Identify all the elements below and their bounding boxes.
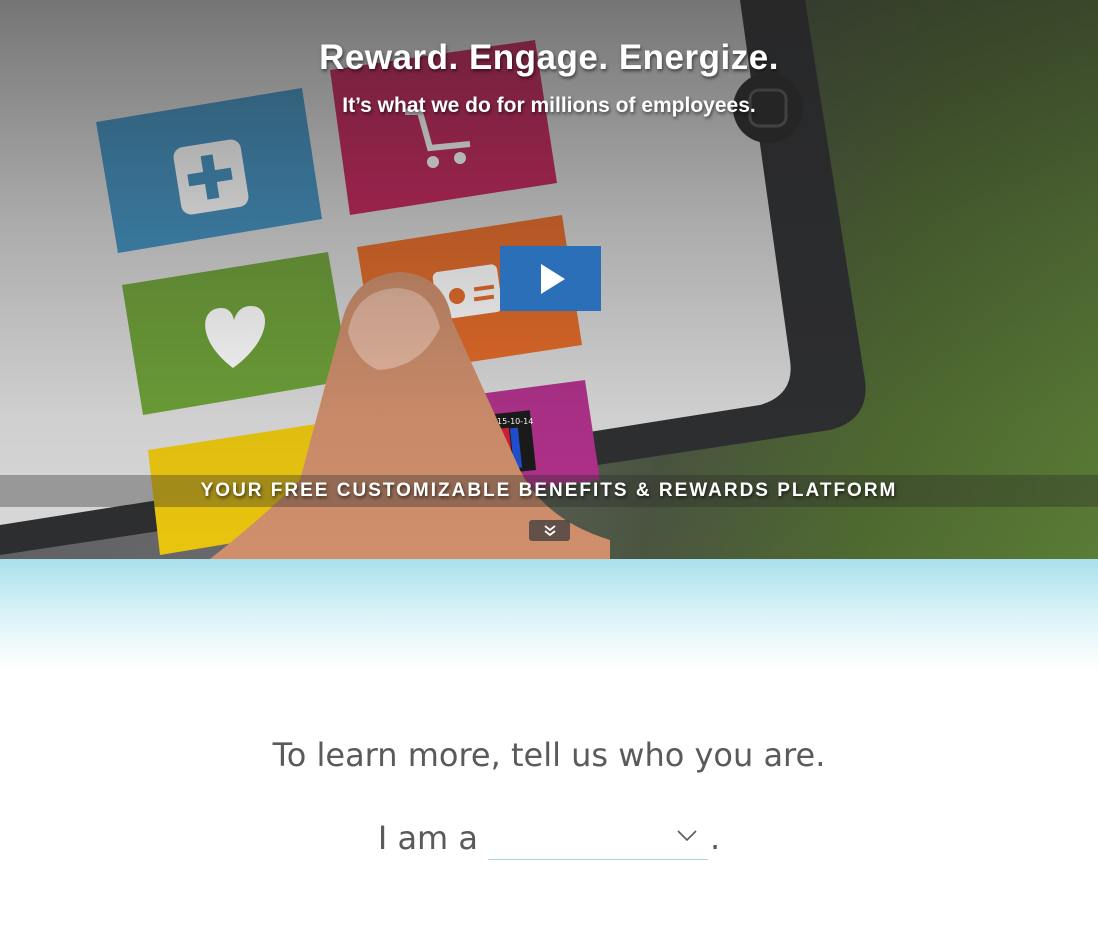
role-prefix-label: I am a xyxy=(377,819,478,857)
platform-banner-text: YOUR FREE CUSTOMIZABLE BENEFITS & REWARD… xyxy=(200,480,898,501)
hero-subtitle: It’s what we do for millions of employee… xyxy=(342,94,756,117)
hero-section: 15-10-14 Reward. Engage. Energize. It’s … xyxy=(0,0,1098,559)
role-select-dropdown[interactable] xyxy=(488,815,708,860)
hero-title: Reward. Engage. Energize. xyxy=(319,38,779,77)
double-chevron-down-icon xyxy=(543,524,556,536)
chevron-down-icon xyxy=(677,830,697,842)
play-icon xyxy=(541,263,565,294)
section-divider-fade xyxy=(0,559,1098,669)
learn-more-heading: To learn more, tell us who you are. xyxy=(272,736,826,774)
role-selector-row: I am a . xyxy=(0,810,1098,860)
role-suffix-period: . xyxy=(710,819,721,857)
scroll-down-button[interactable] xyxy=(529,520,570,541)
play-video-button[interactable] xyxy=(500,246,601,311)
platform-banner: YOUR FREE CUSTOMIZABLE BENEFITS & REWARD… xyxy=(0,475,1098,507)
